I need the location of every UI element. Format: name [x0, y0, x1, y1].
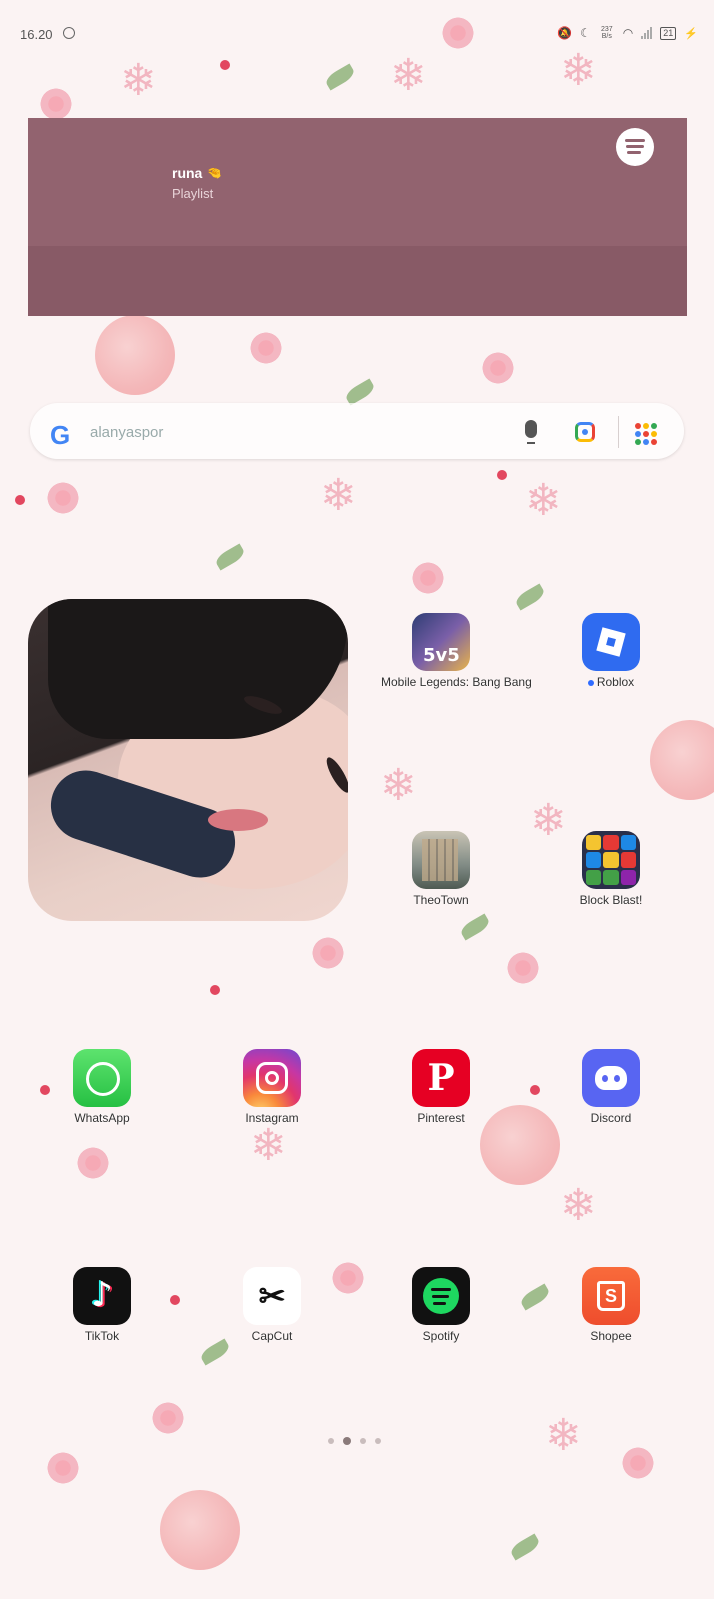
spotify-icon[interactable] [412, 1267, 470, 1325]
app-spotify[interactable]: Spotify [381, 1267, 501, 1343]
status-icons: 🔕 ☾ 237 B/s ◠ 21 ⚡ [557, 26, 698, 40]
charging-icon: ⚡ [684, 27, 698, 40]
app-label: Pinterest [417, 1111, 465, 1125]
app-theotown[interactable]: TheoTown [381, 831, 501, 907]
app-instagram[interactable]: Instagram [212, 1049, 332, 1125]
search-query-text[interactable]: alanyaspor [90, 424, 163, 441]
app-label: Instagram [245, 1111, 299, 1125]
app-label: Discord [590, 1111, 632, 1125]
page-dot[interactable] [375, 1438, 381, 1444]
discord-icon[interactable] [582, 1049, 640, 1107]
app-whatsapp[interactable]: WhatsApp [42, 1049, 162, 1125]
photo-lips [208, 809, 268, 831]
app-pinterest[interactable]: P Pinterest [381, 1049, 501, 1125]
apps-grid-icon[interactable] [635, 423, 657, 445]
instagram-icon[interactable] [243, 1049, 301, 1107]
status-time: 16.20 [20, 27, 53, 42]
app-label: TheoTown [413, 893, 469, 907]
page-indicator[interactable] [328, 1437, 381, 1445]
app-label: Spotify [422, 1329, 460, 1343]
status-bar: 16.20 🔕 ☾ 237 B/s ◠ 21 ⚡ [0, 0, 714, 42]
network-speed: 237 B/s [600, 26, 613, 40]
pinterest-icon[interactable]: P [412, 1049, 470, 1107]
app-label: WhatsApp [74, 1111, 130, 1125]
whatsapp-notification-icon [63, 27, 75, 39]
shopee-icon[interactable]: S [582, 1267, 640, 1325]
playlist-title: runa [172, 165, 203, 181]
app-tiktok[interactable]: ♪ TikTok [42, 1267, 162, 1343]
app-discord[interactable]: Discord [551, 1049, 671, 1125]
mute-icon: 🔕 [557, 26, 573, 40]
app-shopee[interactable]: S Shopee [551, 1267, 671, 1343]
whatsapp-icon[interactable] [73, 1049, 131, 1107]
page-dot-active[interactable] [343, 1437, 351, 1445]
app-mobile-legends[interactable]: 5v5 Mobile Legends: Bang Bang [381, 613, 532, 689]
block-blast-icon[interactable] [582, 831, 640, 889]
app-label: Shopee [590, 1329, 632, 1343]
capcut-icon[interactable]: ✂ [243, 1267, 301, 1325]
spotify-widget-controls-area[interactable] [28, 246, 687, 316]
page-dot[interactable] [328, 1438, 334, 1444]
microphone-icon[interactable] [525, 420, 537, 444]
app-capcut[interactable]: ✂ CapCut [212, 1267, 332, 1343]
theotown-icon[interactable] [412, 831, 470, 889]
google-logo-icon[interactable]: G [50, 420, 70, 451]
app-label: Mobile Legends: Bang Bang [381, 675, 532, 689]
spotify-logo-icon[interactable] [616, 128, 654, 166]
page-dot[interactable] [360, 1438, 366, 1444]
wifi-icon: ◠ [622, 26, 634, 40]
app-label: TikTok [84, 1329, 120, 1343]
app-label: Roblox [551, 675, 671, 689]
app-roblox[interactable]: Roblox [551, 613, 671, 689]
new-indicator-dot [587, 679, 594, 686]
app-label: Block Blast! [579, 893, 643, 907]
app-block-blast[interactable]: Block Blast! [551, 831, 671, 907]
mobile-legends-icon[interactable]: 5v5 [412, 613, 470, 671]
battery-icon: 21 [660, 26, 677, 40]
tiktok-icon[interactable]: ♪ [73, 1267, 131, 1325]
app-label: CapCut [251, 1329, 293, 1343]
google-lens-icon[interactable] [575, 422, 595, 442]
roblox-icon[interactable] [582, 613, 640, 671]
moon-icon: ☾ [580, 26, 591, 40]
photo-widget[interactable] [28, 599, 348, 921]
playlist-subtitle: Playlist [172, 186, 214, 201]
signal-icon [641, 27, 653, 39]
playlist-emoji: 🤏 [207, 166, 222, 180]
spotify-widget[interactable] [28, 118, 687, 316]
search-divider [618, 416, 619, 448]
